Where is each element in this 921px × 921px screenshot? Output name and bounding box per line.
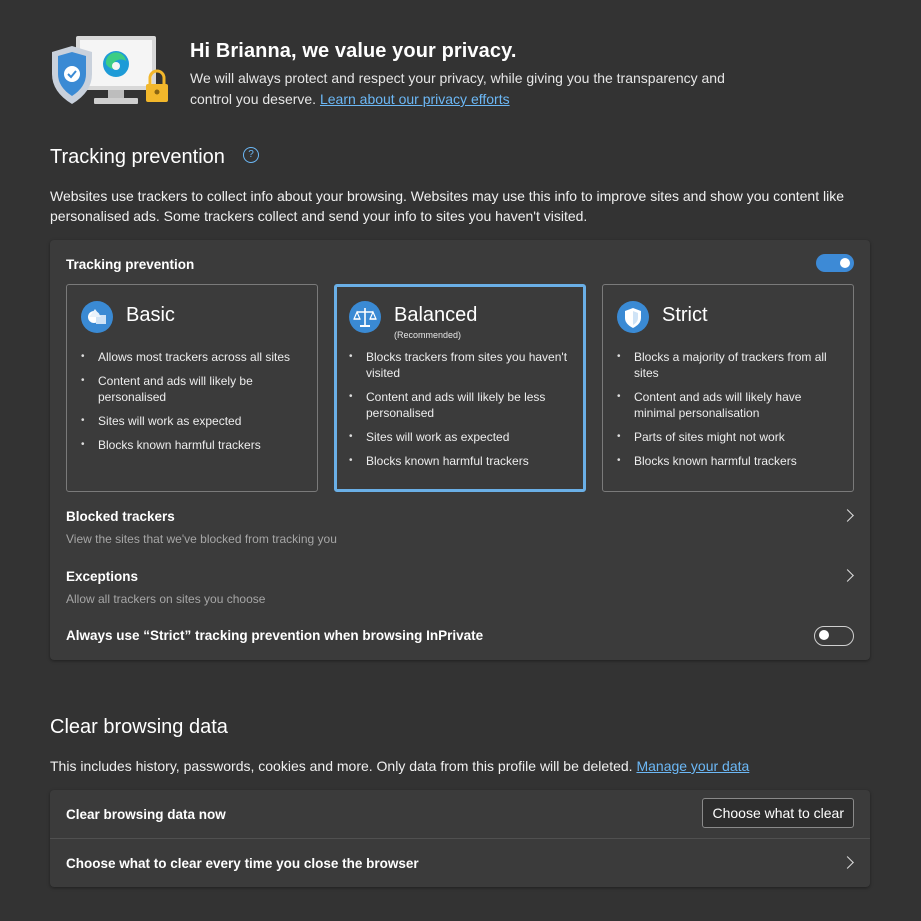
basic-shapes-icon (81, 301, 113, 333)
list-item: Blocks known harmful trackers (349, 453, 571, 469)
shield-icon (617, 301, 649, 333)
list-item: Allows most trackers across all sites (81, 349, 303, 365)
level-basic-card[interactable]: Basic Allows most trackers across all si… (66, 284, 318, 492)
exceptions-label: Exceptions (66, 569, 139, 584)
privacy-efforts-link[interactable]: Learn about our privacy efforts (320, 91, 510, 107)
tracking-prevention-label: Tracking prevention (66, 257, 195, 272)
level-strict-bullets: Blocks a majority of trackers from all s… (617, 349, 839, 477)
list-item: Content and ads will likely have minimal… (617, 389, 839, 421)
level-strict-name: Strict (662, 304, 708, 326)
choose-what-to-clear-button[interactable]: Choose what to clear (702, 798, 854, 828)
toggle-knob (819, 630, 829, 640)
clear-browsing-card: Clear browsing data now Choose what to c… (50, 790, 870, 887)
question-circle-icon[interactable]: ? (243, 147, 259, 163)
list-item: Blocks known harmful trackers (617, 453, 839, 469)
chevron-right-icon (841, 856, 854, 869)
level-balanced-card[interactable]: Balanced (Recommended) Blocks trackers f… (334, 284, 586, 492)
list-item: Parts of sites might not work (617, 429, 839, 445)
clear-browsing-heading: Clear browsing data (50, 716, 228, 738)
clear-on-close-label: Choose what to clear every time you clos… (66, 856, 419, 871)
inprivate-strict-toggle[interactable] (814, 626, 854, 646)
list-item: Blocks trackers from sites you haven't v… (349, 349, 571, 381)
manage-data-link[interactable]: Manage your data (636, 758, 749, 774)
list-item: Blocks a majority of trackers from all s… (617, 349, 839, 381)
level-basic-name: Basic (126, 304, 175, 326)
chevron-right-icon (841, 569, 854, 582)
blocked-trackers-sub: View the sites that we've blocked from t… (66, 532, 337, 546)
level-balanced-bullets: Blocks trackers from sites you haven't v… (349, 349, 571, 477)
list-item: Blocks known harmful trackers (81, 437, 303, 453)
recommended-label: (Recommended) (394, 330, 462, 340)
privacy-settings-page: Hi Brianna, we value your privacy. We wi… (0, 0, 921, 921)
tracking-prevention-card: Tracking prevention Basic Allows most tr… (50, 240, 870, 660)
privacy-illustration (52, 36, 168, 104)
toggle-knob (840, 258, 850, 268)
list-item: Sites will work as expected (349, 429, 571, 445)
clear-on-close-row[interactable]: Choose what to clear every time you clos… (50, 839, 870, 887)
scales-icon (349, 301, 381, 333)
blocked-trackers-row[interactable]: Blocked trackers View the sites that we'… (50, 498, 870, 550)
clear-now-label: Clear browsing data now (66, 807, 226, 822)
list-item: Content and ads will likely be less pers… (349, 389, 571, 421)
blocked-trackers-label: Blocked trackers (66, 509, 175, 524)
tracking-prevention-heading: Tracking prevention (50, 146, 225, 168)
tracking-description: Websites use trackers to collect info ab… (50, 188, 844, 224)
list-item: Sites will work as expected (81, 413, 303, 429)
clear-description-text: This includes history, passwords, cookie… (50, 758, 633, 774)
clear-description: This includes history, passwords, cookie… (50, 756, 870, 776)
greeting-text: We will always protect and respect your … (190, 68, 750, 110)
chevron-right-icon (841, 509, 854, 522)
exceptions-sub: Allow all trackers on sites you choose (66, 592, 266, 606)
exceptions-row[interactable]: Exceptions Allow all trackers on sites y… (50, 558, 870, 610)
tracking-prevention-toggle[interactable] (816, 254, 854, 272)
list-item: Content and ads will likely be personali… (81, 373, 303, 405)
level-strict-card[interactable]: Strict Blocks a majority of trackers fro… (602, 284, 854, 492)
greeting-title: Hi Brianna, we value your privacy. (190, 40, 517, 62)
inprivate-strict-label: Always use “Strict” tracking prevention … (66, 628, 484, 643)
level-basic-bullets: Allows most trackers across all sites Co… (81, 349, 303, 461)
level-balanced-name: Balanced (394, 304, 478, 326)
